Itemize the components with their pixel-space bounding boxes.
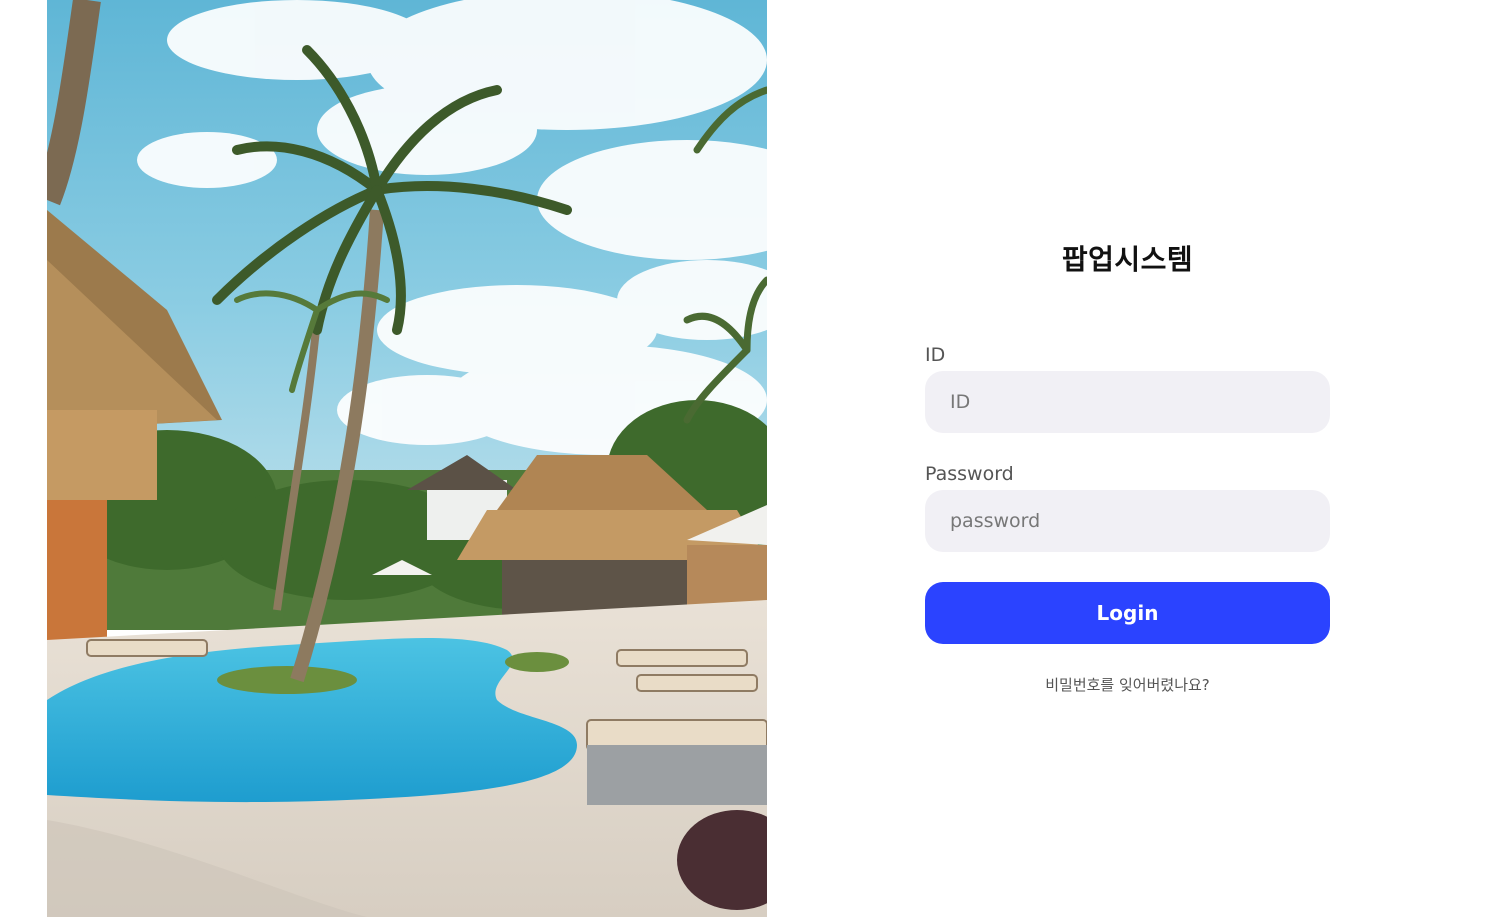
page-title: 팝업시스템 xyxy=(1061,243,1194,276)
forgot-password-link[interactable]: 비밀번호를 잊어버렸나요? xyxy=(925,674,1330,695)
login-button[interactable]: Login xyxy=(925,582,1330,644)
id-input[interactable] xyxy=(925,371,1330,433)
password-label: Password xyxy=(925,463,1014,485)
password-input[interactable] xyxy=(925,490,1330,552)
hero-image xyxy=(47,0,767,917)
login-page: 팝업시스템 ID Password Login 비밀번호를 잊어버렸나요? xyxy=(0,0,1511,917)
id-label: ID xyxy=(925,344,946,366)
resort-pool-photo xyxy=(47,0,767,917)
